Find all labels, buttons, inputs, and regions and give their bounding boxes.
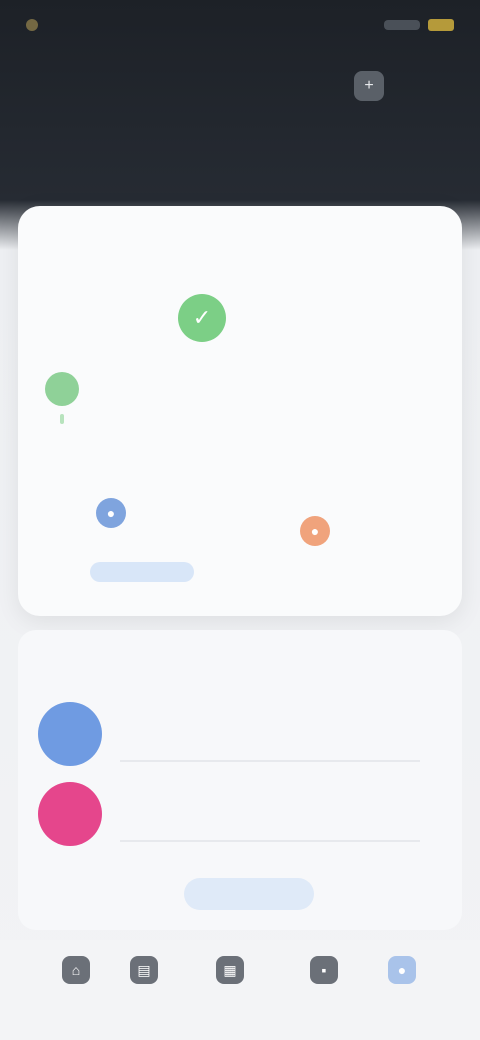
day-marker [416,414,420,424]
home-icon: ⌂ [62,956,90,984]
day-item[interactable] [337,372,381,432]
signal-icon [384,20,420,30]
user-avatar-icon [38,782,102,846]
day-marker [357,414,361,424]
header: + [0,58,480,114]
day-item[interactable] [99,372,143,432]
day-marker [60,414,64,424]
status-left [26,19,46,31]
stat-card[interactable]: ● [88,482,228,582]
user-avatar-icon [38,702,102,766]
day-marker [297,414,301,424]
calendar-icon: ▦ [216,956,244,984]
stats-row: ● ● [18,482,462,582]
status-right [384,19,454,31]
chart-icon: ▤ [130,956,158,984]
nav-item-calendar[interactable]: ▦ [202,956,258,1020]
day-circle [164,372,198,406]
day-circle [342,372,376,406]
stat-link-button[interactable] [90,562,194,582]
divider [120,760,420,762]
day-marker [119,414,123,424]
score-row: ✓ [178,294,236,342]
day-item[interactable] [218,372,262,432]
day-circle [45,372,79,406]
summary-card: ✓ ● ● [18,206,462,616]
nav-item-messages[interactable]: ▪ [296,956,352,1020]
battery-icon [428,19,454,31]
day-marker [179,414,183,424]
nav-item-profile[interactable]: ● [374,956,430,1020]
notification-dot-icon [26,19,38,31]
list-item[interactable] [34,780,444,850]
day-circle [104,372,138,406]
header-action-button[interactable]: + [354,70,450,102]
flame-icon: ● [300,516,330,546]
check-circle-icon: ✓ [178,294,226,342]
day-item[interactable] [396,372,440,432]
activity-section [18,630,462,930]
day-circle [282,372,316,406]
day-item[interactable] [40,372,84,432]
profile-icon: ● [388,956,416,984]
bottom-nav: ⌂ ▤ ▦ ▪ ● [0,940,480,1040]
day-circle [223,372,257,406]
nav-item-home[interactable]: ⌂ [48,956,104,1020]
person-icon: ● [96,498,126,528]
message-icon: ▪ [310,956,338,984]
status-bar [0,0,480,50]
view-more-button[interactable] [184,878,314,910]
day-item[interactable] [277,372,321,432]
nav-item-stats[interactable]: ▤ [116,956,172,1020]
day-item[interactable] [159,372,203,432]
day-circle [401,372,435,406]
stat-card[interactable]: ● [288,482,428,582]
list-item[interactable] [34,700,444,770]
app-screen: + ✓ ● ● ⌂ ▤ ▦ ▪ ● [0,0,480,1040]
week-selector [40,372,440,442]
divider [120,840,420,842]
add-icon: + [354,71,384,101]
day-marker [238,414,242,424]
